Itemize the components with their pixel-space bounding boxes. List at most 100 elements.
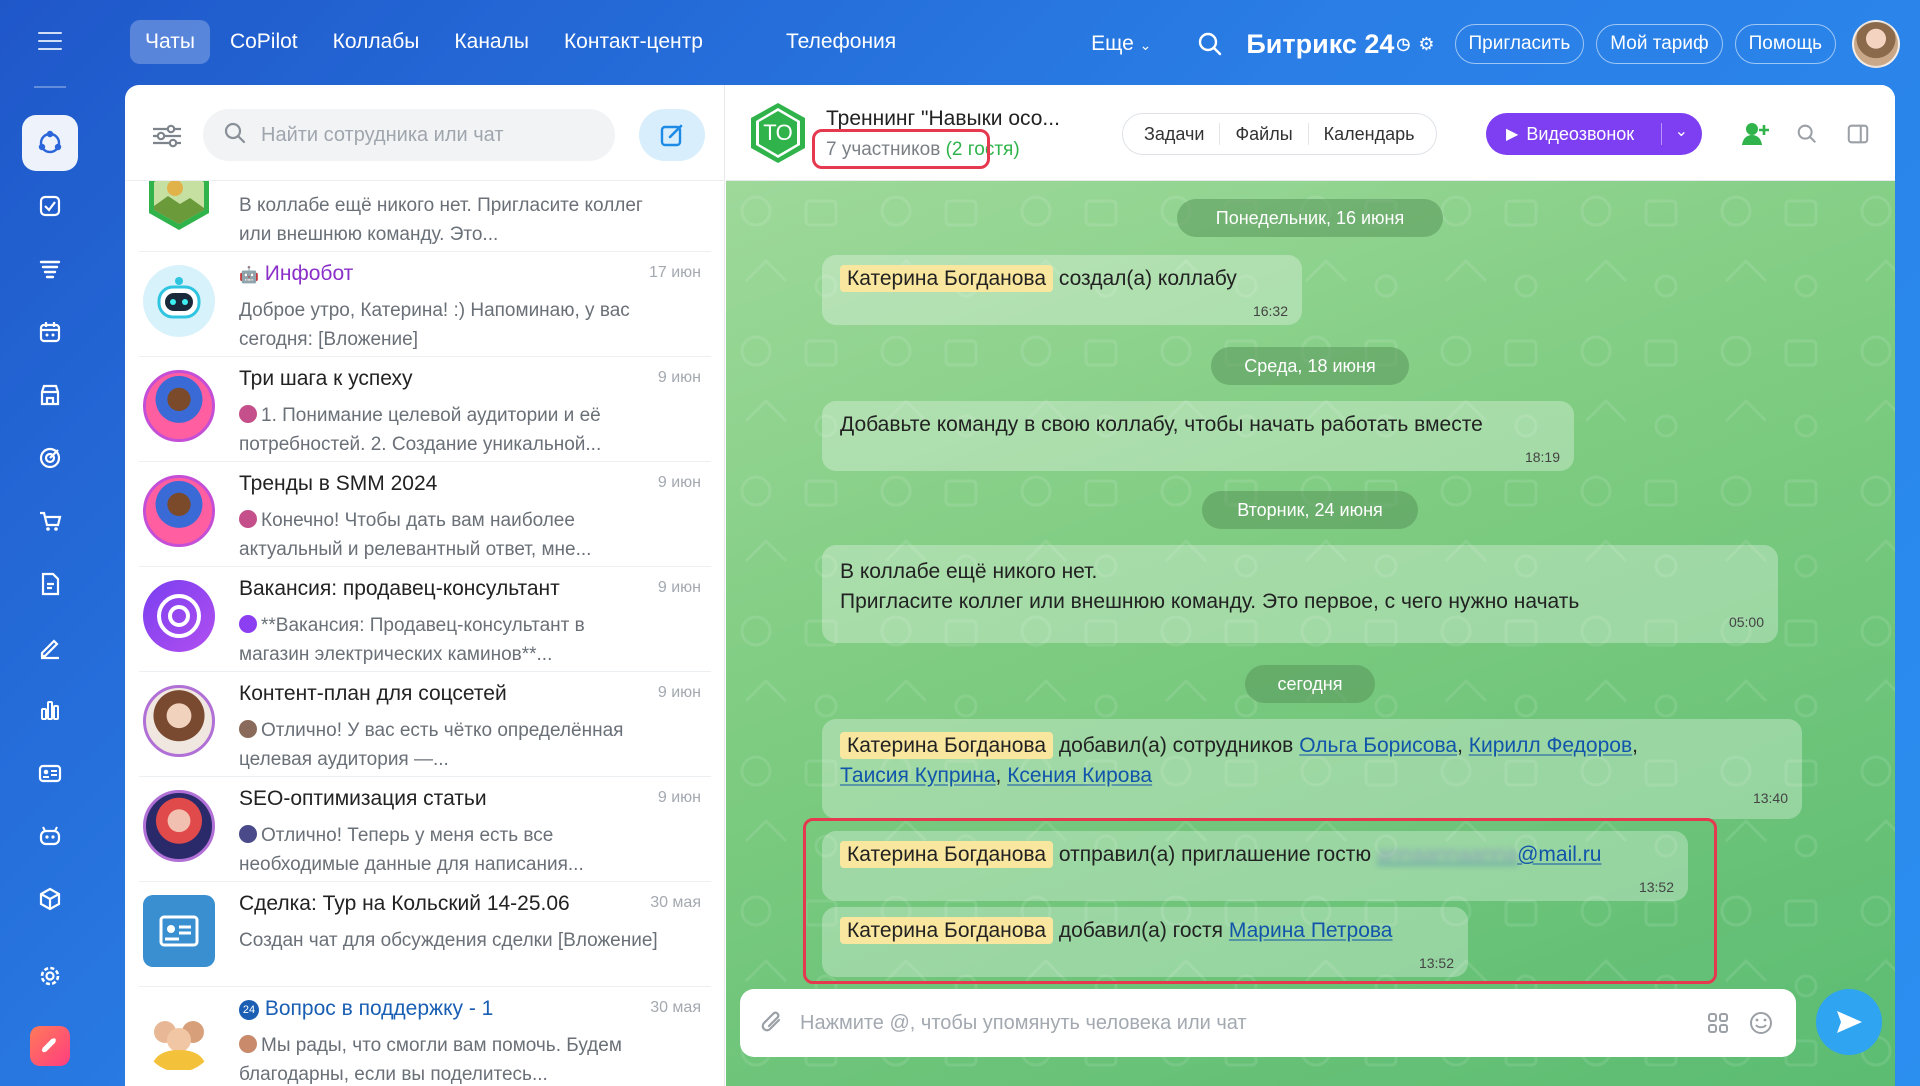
message-input[interactable] bbox=[800, 1007, 1680, 1039]
chat-date: 9 июн bbox=[657, 684, 701, 701]
documents-icon[interactable] bbox=[22, 556, 78, 612]
settings-gear-icon[interactable] bbox=[22, 948, 78, 1004]
message[interactable]: Катерина Богданова добавил(а) гостя Мари… bbox=[822, 907, 1468, 977]
chat-preview: Мы рады, что смогли вам помочь. Будем бл… bbox=[239, 1031, 659, 1086]
list-item[interactable]: Контент-план для соцсетей 9 июн Отлично!… bbox=[139, 672, 711, 777]
emoji-icon[interactable] bbox=[1748, 1010, 1774, 1036]
chat-search-icon[interactable] bbox=[1792, 119, 1822, 149]
message[interactable]: Катерина Богданова отправил(а) приглашен… bbox=[822, 831, 1688, 901]
analytics-icon[interactable] bbox=[22, 682, 78, 738]
chat-preview: **Вакансия: Продавец-консультант в магаз… bbox=[239, 611, 659, 669]
list-item[interactable]: 24 Вопрос в поддержку - 1 30 мая Мы рады… bbox=[139, 987, 711, 1086]
nav-chats[interactable]: Чаты bbox=[130, 20, 210, 64]
chat-search-input[interactable] bbox=[261, 123, 591, 147]
list-item[interactable]: В коллабе ещё никого нет. Пригласите кол… bbox=[139, 181, 711, 252]
user-link[interactable]: Ольга Борисова bbox=[1299, 734, 1457, 757]
chat-list: В коллабе ещё никого нет. Пригласите кол… bbox=[125, 181, 725, 1086]
chat-date: 17 июн bbox=[648, 264, 701, 281]
author-name[interactable]: Катерина Богданова bbox=[840, 732, 1054, 759]
mini-avatar bbox=[239, 1035, 257, 1053]
new-chat-button[interactable] bbox=[639, 109, 705, 161]
box-icon[interactable] bbox=[22, 871, 78, 927]
chevron-down-icon[interactable]: ⌄ bbox=[1675, 121, 1688, 141]
author-name[interactable]: Катерина Богданова bbox=[840, 841, 1054, 868]
tab-files[interactable]: Файлы bbox=[1220, 123, 1309, 145]
chat-title[interactable]: Треннинг "Навыки осо... bbox=[826, 107, 1060, 131]
chat-date: 30 мая bbox=[650, 999, 701, 1016]
chat-preview: Отлично! Теперь у меня есть все необходи… bbox=[239, 821, 659, 879]
nav-contact-center[interactable]: Контакт-центр bbox=[549, 20, 718, 64]
message-time: 13:52 bbox=[1418, 955, 1454, 971]
list-item[interactable]: Тренды в SMM 2024 9 июн Конечно! Чтобы д… bbox=[139, 462, 711, 567]
message[interactable]: Катерина Богданова создал(а) коллабу 16:… bbox=[822, 255, 1302, 325]
send-button[interactable] bbox=[1816, 989, 1882, 1055]
search-icon[interactable] bbox=[1196, 30, 1224, 58]
cart-icon[interactable] bbox=[22, 493, 78, 549]
search-icon bbox=[223, 121, 247, 150]
email-hidden-part: annaannaanna bbox=[1376, 843, 1518, 866]
left-rail bbox=[0, 0, 100, 1086]
messenger-icon[interactable] bbox=[22, 115, 78, 171]
user-link[interactable]: Кирилл Федоров bbox=[1469, 734, 1632, 757]
chat-search-box[interactable] bbox=[203, 109, 615, 161]
list-item[interactable]: Сделка: Тур на Кольский 14-25.06 30 мая … bbox=[139, 882, 711, 987]
brand-settings-icon[interactable]: ⚙ bbox=[1418, 34, 1434, 55]
crm-funnel-icon[interactable] bbox=[22, 241, 78, 297]
chat-preview: Создан чат для обсуждения сделки [Вложен… bbox=[239, 930, 658, 951]
list-item[interactable]: Три шага к успеху 9 июн 1. Понимание цел… bbox=[139, 357, 711, 462]
add-user-icon[interactable] bbox=[1740, 119, 1770, 149]
nav-channels[interactable]: Каналы bbox=[439, 20, 544, 64]
chat-preview: 1. Понимание целевой аудитории и её потр… bbox=[239, 401, 659, 459]
message[interactable]: Катерина Богданова добавил(а) сотруднико… bbox=[822, 719, 1802, 819]
chat-preview-text: 1. Понимание целевой аудитории и её потр… bbox=[239, 405, 602, 455]
sign-icon[interactable] bbox=[22, 619, 78, 675]
list-item[interactable]: SEO-оптимизация статьи 9 июн Отлично! Те… bbox=[139, 777, 711, 882]
collab-hex-avatar[interactable]: ТО bbox=[746, 101, 810, 165]
user-avatar[interactable] bbox=[1852, 20, 1900, 68]
smile-grid-icon[interactable] bbox=[1706, 1011, 1730, 1035]
author-name[interactable]: Катерина Богданова bbox=[840, 265, 1054, 292]
list-item[interactable]: 🤖 Инфобот 17 июн Доброе утро, Катерина! … bbox=[139, 252, 711, 357]
mini-avatar bbox=[239, 825, 257, 843]
user-link[interactable]: Таисия Куприна bbox=[840, 764, 996, 787]
guest-email-link[interactable]: annaannaanna@mail.ru bbox=[1377, 843, 1601, 866]
mini-avatar bbox=[239, 510, 257, 528]
filter-icon[interactable] bbox=[151, 123, 183, 149]
highlight-frame bbox=[812, 129, 990, 169]
tasks-icon[interactable] bbox=[22, 178, 78, 234]
help-button[interactable]: Помощь bbox=[1734, 24, 1836, 64]
marketing-icon[interactable] bbox=[22, 430, 78, 486]
bot-icon[interactable] bbox=[22, 808, 78, 864]
date-divider: Среда, 18 июня bbox=[1211, 347, 1409, 385]
nav-collabs[interactable]: Коллабы bbox=[318, 20, 435, 64]
guest-link[interactable]: Марина Петрова bbox=[1229, 919, 1393, 942]
nav-copilot[interactable]: CoPilot bbox=[215, 20, 313, 64]
date-divider: Понедельник, 16 июня bbox=[1177, 199, 1443, 237]
sidebar-toggle-icon[interactable] bbox=[1843, 119, 1873, 149]
compose-icon bbox=[660, 124, 683, 147]
user-link[interactable]: Ксения Кирова bbox=[1007, 764, 1152, 787]
author-name[interactable]: Катерина Богданова bbox=[840, 917, 1054, 944]
video-call-button[interactable]: ▶ Видеозвонок ⌄ bbox=[1486, 113, 1702, 155]
list-item[interactable]: Вакансия: продавец-консультант 9 июн **В… bbox=[139, 567, 711, 672]
menu-icon[interactable] bbox=[38, 32, 62, 50]
invite-button[interactable]: Пригласить bbox=[1454, 24, 1585, 64]
store-icon[interactable] bbox=[22, 367, 78, 423]
attach-icon[interactable] bbox=[760, 1009, 786, 1037]
nav-telephony[interactable]: Телефония bbox=[771, 20, 911, 64]
person-avatar bbox=[143, 475, 215, 547]
tariff-button[interactable]: Мой тариф bbox=[1596, 24, 1723, 64]
chat-title: SEO-оптимизация статьи bbox=[239, 787, 487, 810]
rocket-icon[interactable] bbox=[30, 1026, 70, 1066]
chat-title: Контент-план для соцсетей bbox=[239, 682, 507, 705]
tab-calendar[interactable]: Календарь bbox=[1309, 123, 1430, 145]
brand-name: Битрикс 24 bbox=[1246, 28, 1395, 59]
brand-logo[interactable]: Битрикс 24 ◷ ⚙ bbox=[1246, 29, 1434, 60]
calendar-icon[interactable] bbox=[22, 304, 78, 360]
tab-tasks[interactable]: Задачи bbox=[1129, 123, 1221, 145]
message[interactable]: Добавьте команду в свою коллабу, чтобы н… bbox=[822, 401, 1574, 471]
top-right-bar: Еще ⌄ Битрикс 24 ◷ ⚙ Пригласить Мой тари… bbox=[1076, 18, 1900, 70]
contacts-card-icon[interactable] bbox=[22, 745, 78, 801]
nav-more[interactable]: Еще ⌄ bbox=[1076, 22, 1166, 66]
message[interactable]: В коллабе ещё никого нет. Пригласите кол… bbox=[822, 545, 1778, 643]
